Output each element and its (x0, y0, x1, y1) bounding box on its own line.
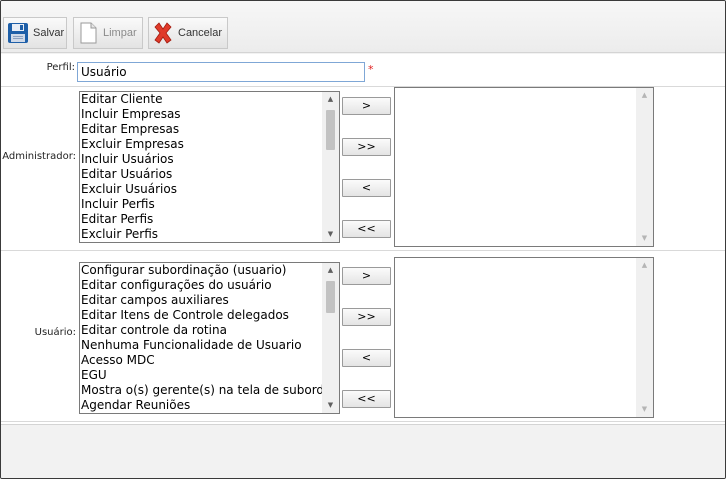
row-divider (1, 250, 725, 251)
triangle-up-icon[interactable]: ▲ (636, 258, 653, 273)
red-x-icon (151, 21, 175, 45)
triangle-down-icon[interactable]: ▼ (636, 402, 653, 417)
admin-remove-all-button[interactable]: << (342, 220, 391, 238)
blank-document-icon (76, 21, 100, 45)
user-available-scrollbar[interactable]: ▲ ▼ (322, 263, 339, 413)
cancel-button[interactable]: Cancelar (148, 17, 228, 49)
list-item[interactable]: Excluir Empresas (80, 137, 322, 152)
perfil-input[interactable] (77, 62, 365, 82)
user-add-all-button[interactable]: >> (342, 308, 391, 326)
list-item[interactable]: Editar Cliente (80, 92, 322, 107)
list-item[interactable]: Editar Usuários (80, 167, 322, 182)
required-mark: * (368, 63, 374, 76)
scroll-thumb[interactable] (326, 281, 335, 313)
list-item[interactable]: Mostra o(s) gerente(s) na tela de subord… (80, 383, 322, 398)
user-available-list[interactable]: Configurar subordinação (usuario) Editar… (79, 262, 340, 414)
admin-add-one-button[interactable]: > (342, 97, 391, 115)
triangle-up-icon[interactable]: ▲ (322, 263, 339, 278)
admin-selected-list[interactable]: ▲ ▼ (394, 87, 654, 247)
admin-selected-scrollbar[interactable]: ▲ ▼ (636, 88, 653, 246)
list-item[interactable]: EGU (80, 368, 322, 383)
toolbar: Salvar Limpar Cancelar (1, 1, 725, 53)
floppy-disk-icon (6, 21, 30, 45)
user-selected-list[interactable]: ▲ ▼ (394, 257, 654, 418)
row-divider (1, 421, 725, 422)
admin-available-scrollbar[interactable]: ▲ ▼ (322, 92, 339, 242)
triangle-up-icon[interactable]: ▲ (636, 88, 653, 103)
save-label: Salvar (33, 27, 65, 39)
cancel-label: Cancelar (178, 27, 223, 39)
form-area: Perfil: * Administrador: Editar Cliente … (1, 54, 725, 424)
admin-remove-one-button[interactable]: < (342, 179, 391, 197)
triangle-down-icon[interactable]: ▼ (322, 227, 339, 242)
list-item[interactable]: Editar Itens de Controle delegados (80, 308, 322, 323)
clear-button[interactable]: Limpar (73, 17, 143, 49)
admin-add-all-button[interactable]: >> (342, 138, 391, 156)
admin-available-list[interactable]: Editar Cliente Incluir Empresas Editar E… (79, 91, 340, 243)
perfil-label: Perfil: (46, 62, 75, 73)
clear-label: Limpar (103, 27, 137, 39)
list-item[interactable]: Configurar subordinação (usuario) (80, 263, 322, 278)
list-item[interactable]: Editar Empresas (80, 122, 322, 137)
admin-label: Administrador: (2, 151, 76, 162)
triangle-up-icon[interactable]: ▲ (322, 92, 339, 107)
list-item[interactable]: Incluir Empresas (80, 107, 322, 122)
window-frame: Salvar Limpar Cancelar Perfil: * (0, 0, 726, 479)
user-add-one-button[interactable]: > (342, 267, 391, 285)
list-item[interactable]: Editar controle da rotina (80, 323, 322, 338)
save-button[interactable]: Salvar (3, 17, 67, 49)
list-item[interactable]: Excluir Perfis (80, 227, 322, 242)
list-item[interactable]: Incluir Usuários (80, 152, 322, 167)
triangle-down-icon[interactable]: ▼ (636, 231, 653, 246)
user-selected-scrollbar[interactable]: ▲ ▼ (636, 258, 653, 417)
list-item[interactable]: Agendar Reuniões (80, 398, 322, 413)
list-item[interactable]: Nenhuma Funcionalidade de Usuario (80, 338, 322, 353)
list-item[interactable]: Acesso MDC (80, 353, 322, 368)
scroll-thumb[interactable] (326, 110, 335, 150)
list-item[interactable]: Editar campos auxiliares (80, 293, 322, 308)
list-item[interactable]: Excluir Usuários (80, 182, 322, 197)
triangle-down-icon[interactable]: ▼ (322, 398, 339, 413)
user-label: Usuário: (34, 327, 76, 338)
user-remove-one-button[interactable]: < (342, 349, 391, 367)
list-item[interactable]: Incluir Perfis (80, 197, 322, 212)
user-remove-all-button[interactable]: << (342, 390, 391, 408)
list-item[interactable]: Editar Perfis (80, 212, 322, 227)
footer-area (1, 424, 725, 478)
list-item[interactable]: Editar configurações do usuário (80, 278, 322, 293)
